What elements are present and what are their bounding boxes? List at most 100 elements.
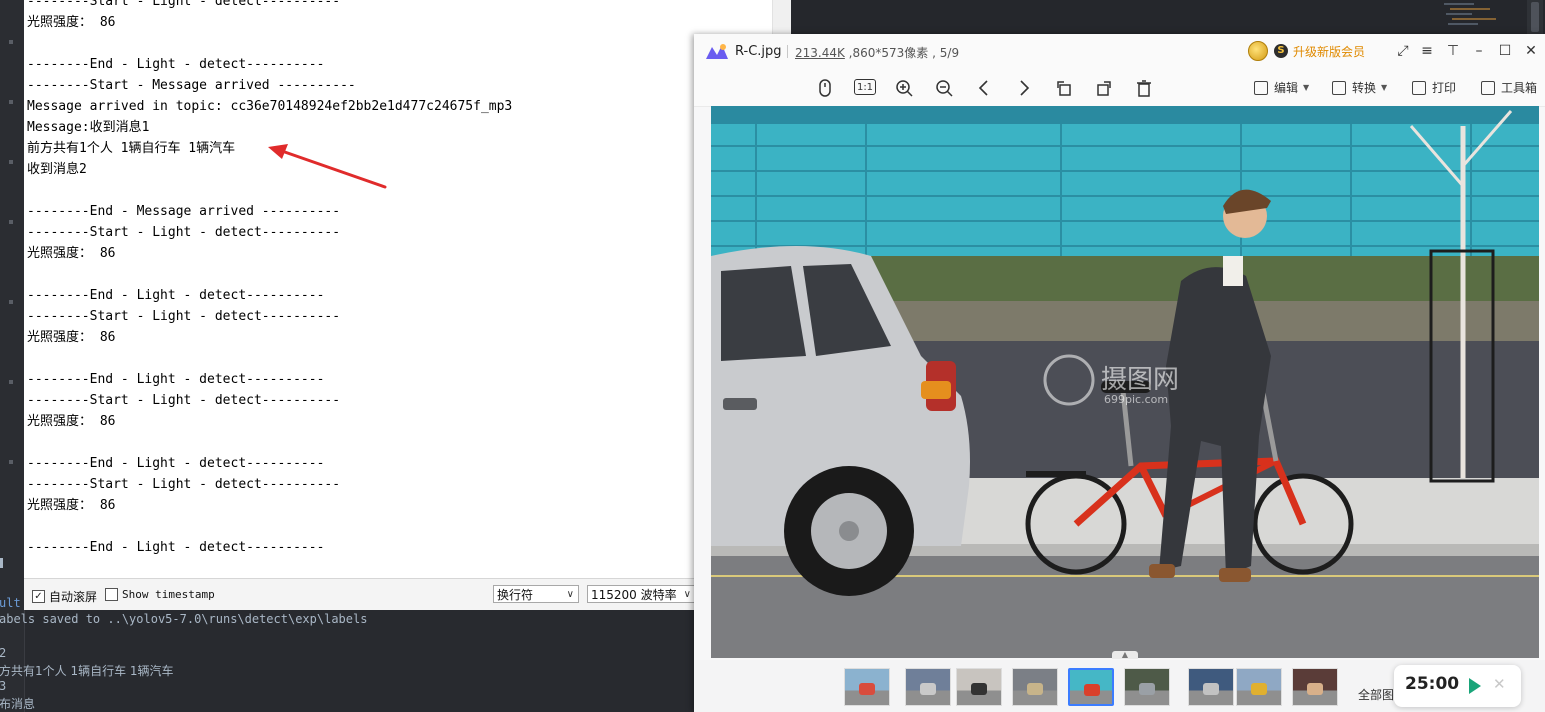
serial-line: --------End - Light - detect---------- [27, 288, 325, 303]
baud-rate-select[interactable]: 115200 波特率 ∨ [587, 585, 696, 603]
close-icon[interactable]: ✕ [1493, 675, 1506, 693]
edit-menu[interactable]: 编辑 ▼ [1254, 79, 1309, 96]
chevron-down-icon: ∨ [566, 589, 574, 600]
close-icon[interactable]: ✕ [1523, 43, 1539, 59]
zoom-in-icon[interactable] [894, 78, 914, 98]
console-line: 方共有1个人 1辆自行车 1辆汽车 [0, 664, 174, 678]
thumbnail-subject [1084, 684, 1100, 696]
serial-line: 光照强度： 86 [27, 414, 116, 429]
serial-line: --------Start - Light - detect---------- [27, 477, 341, 492]
displayed-image[interactable]: 摄图网 699pic.com [711, 106, 1539, 658]
serial-line: --------Start - Light - detect---------- [27, 309, 341, 324]
all-images-link[interactable]: 全部图 [1358, 686, 1394, 703]
serial-line: 光照强度： 86 [27, 246, 116, 261]
convert-icon [1332, 80, 1346, 95]
serial-line: --------End - Light - detect---------- [27, 540, 325, 555]
thumbnail-strip: 全部图 25:00 ✕ [694, 660, 1545, 712]
thumbnail-subject [1027, 683, 1043, 695]
run-console: ult abels saved to ..\yolov5-7.0\runs\de… [0, 596, 694, 712]
console-line: ult [0, 596, 21, 610]
minimize-icon[interactable]: – [1471, 43, 1487, 59]
delete-icon[interactable] [1134, 78, 1154, 98]
baud-rate-value: 115200 波特率 [591, 588, 677, 602]
thumbnail-subject [1139, 683, 1155, 695]
thumbnail-subject [1203, 683, 1219, 695]
print-button[interactable]: 打印 [1412, 79, 1456, 96]
convert-menu[interactable]: 转换 ▼ [1332, 79, 1387, 96]
thumbnail[interactable] [956, 668, 1002, 706]
thumbnail-subject [1307, 683, 1323, 695]
console-line: 3 [0, 679, 7, 693]
serial-line: --------End - Message arrived ---------- [27, 204, 341, 219]
console-line: 布消息 [0, 697, 36, 711]
annotation-arrow [268, 144, 387, 189]
ide-minimap[interactable] [1440, 0, 1520, 30]
file-size[interactable]: 213.44K [795, 46, 845, 60]
app-logo-icon [706, 44, 728, 59]
pin-icon[interactable]: ⊤ [1445, 43, 1461, 59]
thumbnail[interactable] [905, 668, 951, 706]
timer-value: 25:00 [1405, 674, 1460, 694]
grid-icon [1481, 80, 1495, 95]
upgrade-button[interactable]: S 升级新版会员 [1248, 41, 1365, 61]
fullscreen-icon[interactable]: ⤢ [1395, 43, 1411, 59]
line-ending-value: 换行符 [497, 588, 534, 602]
serial-line: 光照强度： 86 [27, 498, 116, 513]
thumbnail[interactable] [1188, 668, 1234, 706]
console-line: abels saved to ..\yolov5-7.0\runs\detect… [0, 612, 368, 626]
ide-editor-strip [790, 0, 1545, 36]
caret-down-icon: ▼ [1303, 83, 1310, 92]
viewer-toolbar: 1:1 编辑 ▼ 转换 ▼ 打印 工具箱 [694, 68, 1545, 107]
autoscroll-checkbox[interactable]: ✓ 自动滚屏 [32, 588, 97, 605]
thumbnail[interactable] [1012, 668, 1058, 706]
watermark-text: 摄图网 [1101, 365, 1179, 395]
thumbnail-subject [971, 683, 987, 695]
thumbnail-subject [920, 683, 936, 695]
ide-scrollbar[interactable] [1527, 0, 1543, 36]
play-icon[interactable] [1469, 678, 1481, 694]
show-timestamp-checkbox[interactable]: Show timestamp [105, 588, 215, 601]
collapse-thumbnails-toggle[interactable]: ▲ [1112, 651, 1138, 659]
serial-line: --------Start - Light - detect---------- [27, 393, 341, 408]
serial-monitor-window: --------Start - Light - detect----------… [24, 0, 791, 610]
mouse-icon[interactable] [815, 78, 835, 98]
image-viewer-window: R-C.jpg 213.44K ,860*573像素 , 5/9 S 升级新版会… [694, 34, 1545, 712]
serial-line: --------Start - Light - detect---------- [27, 225, 341, 240]
line-ending-select[interactable]: 换行符 ∨ [493, 585, 579, 603]
serial-bottom-bar: ✓ 自动滚屏 Show timestamp 换行符 ∨ 115200 波特率 ∨ [24, 579, 790, 610]
street-photo: 摄图网 699pic.com [711, 106, 1539, 658]
edit-icon [1254, 80, 1268, 95]
next-icon[interactable] [1014, 78, 1034, 98]
chevron-down-icon: ∨ [683, 589, 691, 600]
vip-badge-icon: S [1274, 44, 1288, 58]
thumbnail[interactable] [1236, 668, 1282, 706]
file-info: 213.44K ,860*573像素 , 5/9 [795, 46, 960, 60]
actual-size-button[interactable]: 1:1 [854, 79, 876, 95]
upgrade-label: 升级新版会员 [1293, 44, 1366, 59]
rotate-left-icon[interactable] [1054, 78, 1074, 98]
thumbnail[interactable] [1124, 668, 1170, 706]
autoscroll-label: 自动滚屏 [49, 590, 98, 604]
thumbnail-subject [859, 683, 875, 695]
viewer-titlebar: R-C.jpg 213.44K ,860*573像素 , 5/9 S 升级新版会… [694, 34, 1545, 68]
checkbox-checked-icon: ✓ [32, 590, 45, 603]
image-index: 5/9 [939, 46, 960, 60]
file-name: R-C.jpg [735, 44, 782, 59]
serial-line: --------End - Light - detect---------- [27, 372, 325, 387]
timer-widget: 25:00 ✕ [1394, 665, 1521, 707]
zoom-out-icon[interactable] [934, 78, 954, 98]
serial-line: 光照强度： 86 [27, 330, 116, 345]
thumbnail[interactable] [844, 668, 890, 706]
thumbnail[interactable] [1068, 668, 1114, 706]
thumbnail-subject [1251, 683, 1267, 695]
serial-line: --------End - Light - detect---------- [27, 456, 325, 471]
toolbox-button[interactable]: 工具箱 [1481, 79, 1537, 96]
previous-icon[interactable] [974, 78, 994, 98]
checkbox-empty-icon [105, 588, 118, 601]
console-line: 2 [0, 646, 7, 660]
maximize-icon[interactable]: ☐ [1497, 43, 1513, 59]
menu-icon[interactable]: ≡ [1419, 43, 1435, 59]
thumbnail[interactable] [1292, 668, 1338, 706]
image-dimensions: 860*573像素 [852, 46, 929, 60]
rotate-right-icon[interactable] [1094, 78, 1114, 98]
